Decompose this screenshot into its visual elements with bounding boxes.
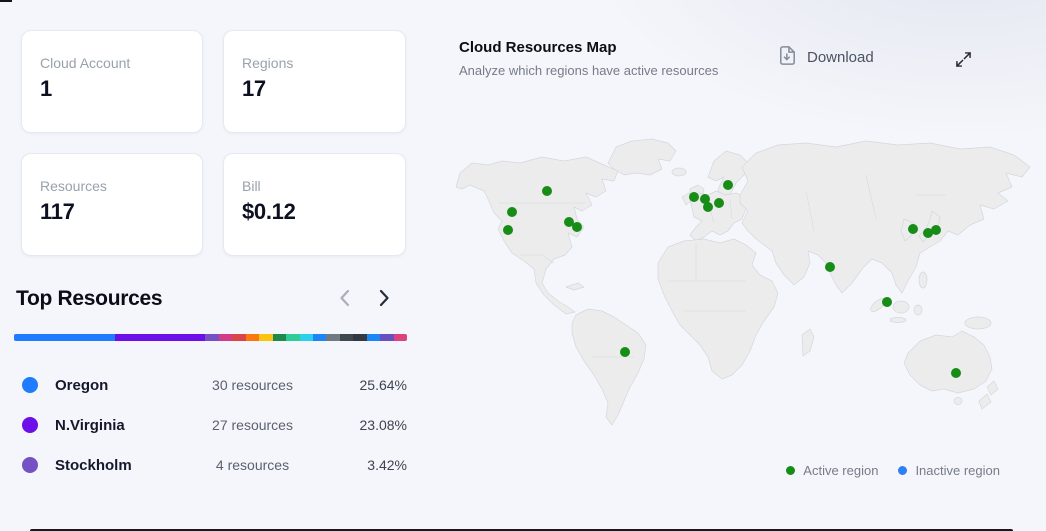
map-subtitle: Analyze which regions have active resour… — [459, 63, 719, 78]
bar-segment[interactable] — [380, 334, 394, 341]
bar-segment[interactable] — [366, 334, 381, 341]
map-legend: Active region Inactive region — [786, 463, 1000, 478]
region-name: Oregon — [55, 376, 109, 394]
region-name: N.Virginia — [55, 416, 125, 434]
region-name: Stockholm — [55, 456, 132, 474]
list-item[interactable]: Oregon 30 resources 25.64% — [14, 365, 407, 405]
bar-segment[interactable] — [299, 334, 313, 341]
chevron-left-icon — [338, 288, 351, 311]
download-button[interactable]: Download — [776, 44, 874, 70]
chevron-right-icon — [378, 288, 391, 311]
legend-item-inactive: Inactive region — [898, 463, 1000, 478]
stat-label: Cloud Account — [40, 55, 131, 71]
bar-segment[interactable] — [218, 334, 233, 341]
map-title: Cloud Resources Map — [459, 39, 617, 56]
region-marker[interactable] — [703, 202, 713, 212]
bar-segment[interactable] — [14, 334, 115, 341]
download-file-icon — [776, 44, 799, 70]
region-color-dot — [22, 377, 38, 393]
download-button-label: Download — [807, 48, 874, 66]
stat-label: Resources — [40, 178, 107, 194]
region-marker[interactable] — [931, 225, 941, 235]
continents — [455, 138, 1031, 426]
region-marker[interactable] — [620, 347, 630, 357]
stat-value: 1 — [40, 76, 52, 101]
region-marker[interactable] — [507, 207, 517, 217]
stat-value: 17 — [242, 76, 266, 101]
bar-segment[interactable] — [259, 334, 273, 341]
bar-segment[interactable] — [272, 334, 287, 341]
region-percent: 23.08% — [359, 417, 407, 433]
region-percent: 25.64% — [359, 377, 407, 393]
bar-segment[interactable] — [286, 334, 300, 341]
top-resources-section: Top Resources Oregon 30 resources 25.64% — [14, 286, 407, 485]
region-marker[interactable] — [908, 224, 918, 234]
region-resource-count: 30 resources — [212, 377, 293, 393]
region-marker[interactable] — [714, 198, 724, 208]
top-resources-title: Top Resources — [16, 287, 163, 310]
stat-card-cloud-account: Cloud Account 1 — [21, 30, 203, 133]
list-item[interactable]: Stockholm 4 resources 3.42% — [14, 445, 407, 485]
region-marker[interactable] — [825, 262, 835, 272]
prev-page-button[interactable] — [331, 286, 357, 312]
stat-value: $0.12 — [242, 199, 296, 224]
bar-segment[interactable] — [245, 334, 260, 341]
region-marker[interactable] — [723, 180, 733, 190]
bar-segment[interactable] — [339, 334, 354, 341]
stats-grid: Cloud Account 1 Regions 17 Resources 117… — [21, 30, 406, 256]
expand-arrows-icon — [953, 49, 974, 73]
region-marker[interactable] — [542, 186, 552, 196]
region-marker[interactable] — [689, 192, 699, 202]
inactive-region-dot — [898, 466, 908, 475]
region-marker[interactable] — [572, 222, 582, 232]
stat-card-resources: Resources 117 — [21, 153, 203, 256]
list-item[interactable]: N.Virginia 27 resources 23.08% — [14, 405, 407, 445]
screen-edge-artifact-top-left — [0, 0, 12, 2]
stat-card-regions: Regions 17 — [223, 30, 406, 133]
expand-button[interactable] — [949, 47, 977, 75]
region-marker[interactable] — [503, 225, 513, 235]
resource-list: Oregon 30 resources 25.64% N.Virginia 27… — [14, 365, 407, 485]
world-map — [455, 138, 1031, 426]
region-marker[interactable] — [951, 368, 961, 378]
active-region-dot — [786, 466, 796, 475]
region-color-dot — [22, 457, 38, 473]
bar-segment[interactable] — [232, 334, 246, 341]
resource-distribution-bar — [14, 334, 407, 341]
stat-value: 117 — [40, 199, 75, 224]
bar-segment[interactable] — [114, 334, 206, 341]
legend-label: Inactive region — [915, 463, 1000, 478]
cloud-resources-map-panel: Cloud Resources Map Analyze which region… — [446, 28, 1046, 503]
bar-segment[interactable] — [205, 334, 219, 341]
bar-segment[interactable] — [326, 334, 340, 341]
region-percent: 3.42% — [367, 457, 407, 473]
bar-segment[interactable] — [393, 334, 407, 341]
stat-label: Regions — [242, 55, 294, 71]
region-resource-count: 27 resources — [212, 417, 293, 433]
next-page-button[interactable] — [371, 286, 397, 312]
bar-segment[interactable] — [312, 334, 327, 341]
bar-segment[interactable] — [353, 334, 367, 341]
region-resource-count: 4 resources — [215, 457, 290, 473]
legend-label: Active region — [803, 463, 879, 478]
legend-item-active: Active region — [786, 463, 878, 478]
region-marker[interactable] — [882, 297, 892, 307]
region-color-dot — [22, 417, 38, 433]
stat-label: Bill — [242, 178, 261, 194]
stat-card-bill: Bill $0.12 — [223, 153, 406, 256]
